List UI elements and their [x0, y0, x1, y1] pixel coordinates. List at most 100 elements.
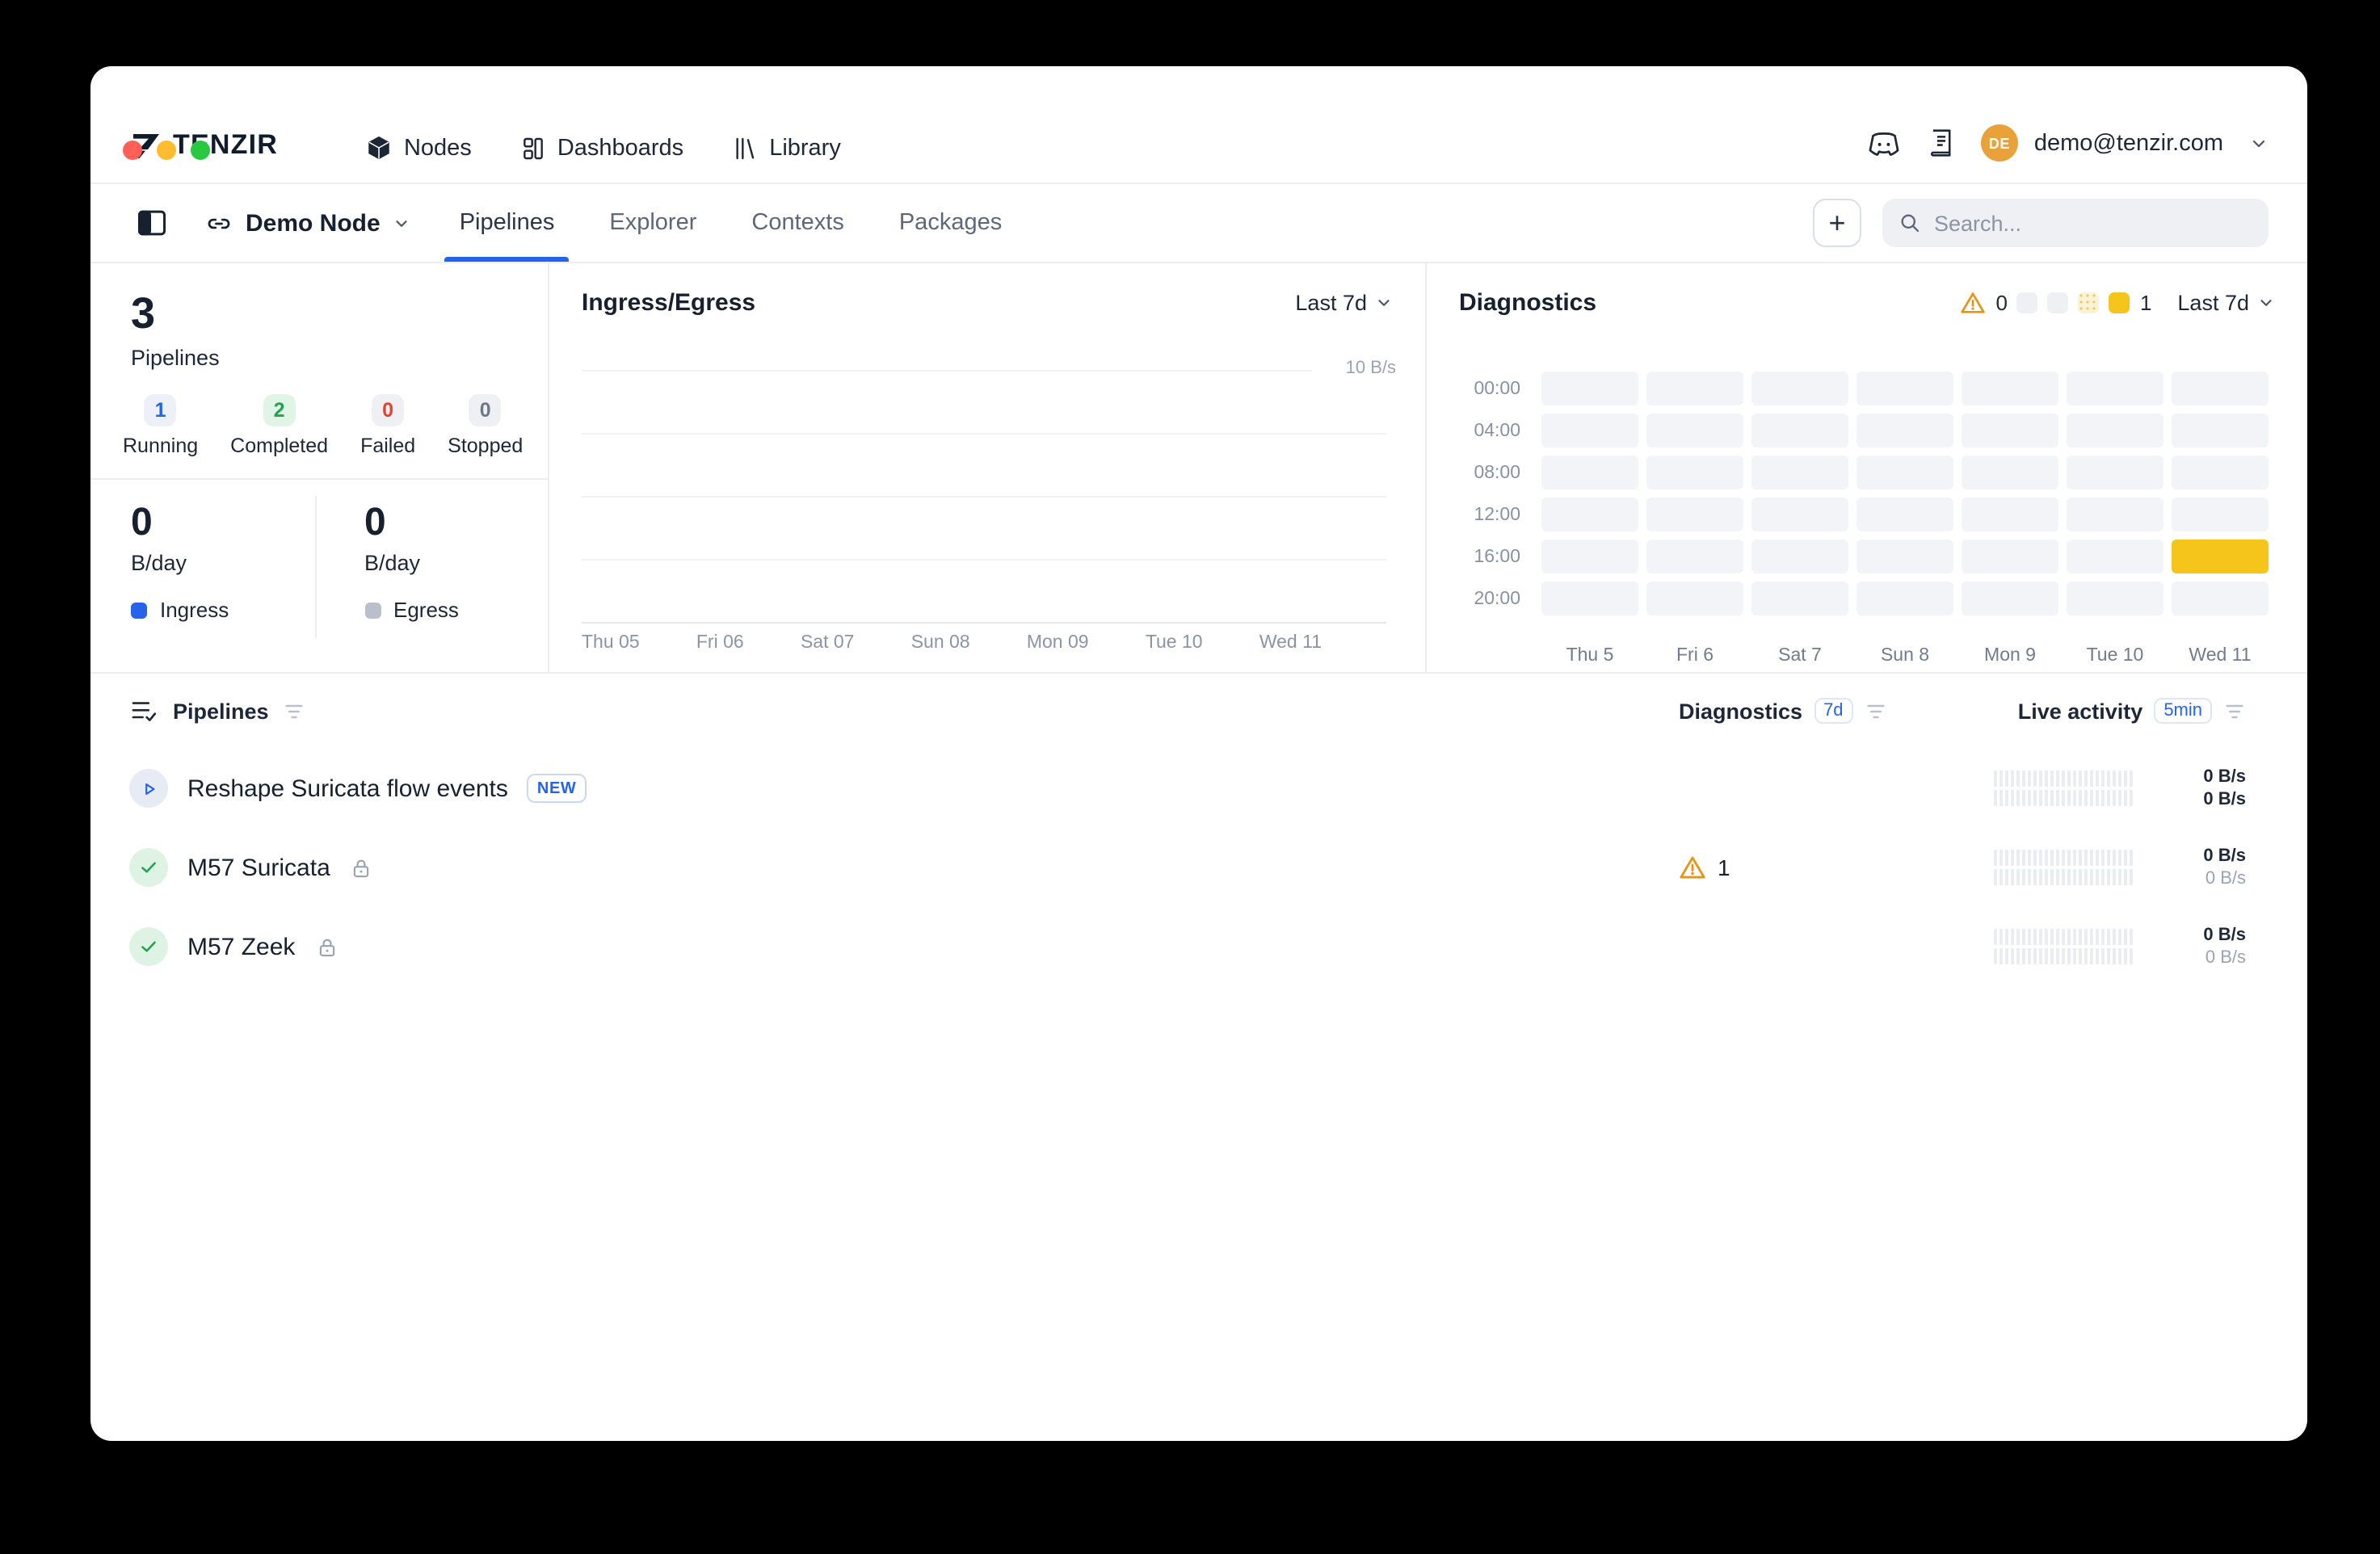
filter-icon[interactable]: [2223, 700, 2246, 721]
completed-status-icon: [129, 848, 168, 887]
heatmap-cell: [1541, 540, 1638, 573]
activity-sparkline: [1994, 771, 2132, 806]
heatmap-col-label: Mon 9: [1962, 624, 2058, 666]
filter-icon[interactable]: [1865, 700, 1887, 721]
heatmap-cell: [1541, 582, 1638, 615]
pipeline-name[interactable]: M57 Zeek: [187, 933, 295, 960]
chart-title: Ingress/Egress: [582, 289, 755, 317]
nav-item-library[interactable]: Library: [732, 135, 841, 161]
search-input[interactable]: [1934, 211, 2252, 235]
heatmap-cell: [1962, 456, 2058, 489]
nav-item-nodes[interactable]: Nodes: [365, 134, 472, 162]
discord-icon[interactable]: [1866, 128, 1902, 158]
warning-indicator[interactable]: 1: [1679, 855, 1730, 880]
heatmap-cell: [1856, 498, 1953, 531]
x-axis-tick-label: Sun 08: [911, 633, 970, 653]
tab-packages[interactable]: Packages: [899, 184, 1002, 262]
user-email[interactable]: demo@tenzir.com: [2034, 130, 2223, 156]
egress-rate: 0 B/s: [2166, 947, 2246, 970]
warning-count: 0: [1995, 291, 2007, 315]
x-axis-tick-label: Thu 05: [582, 633, 640, 653]
live-range-badge[interactable]: 5min: [2154, 698, 2212, 724]
gridline: [582, 496, 1386, 498]
sidebar-toggle-button[interactable]: [131, 202, 173, 244]
x-axis-tick-label: Sat 07: [801, 633, 855, 653]
filter-icon[interactable]: [284, 700, 306, 721]
completed-status-icon: [129, 927, 168, 966]
nav-label: Nodes: [404, 135, 472, 161]
heatmap-cell: [1646, 582, 1743, 615]
heatmap-col-label: Wed 11: [2172, 624, 2269, 666]
ingress-swatch: [131, 602, 147, 618]
ingress-rate: 0 B/s: [2166, 923, 2246, 947]
diagnostics-range-dropdown[interactable]: Last 7d: [2177, 291, 2275, 315]
pipeline-row[interactable]: M57 Suricata: [90, 829, 2307, 906]
header-actions: DE demo@tenzir.com: [1866, 124, 2269, 162]
stopped-count-badge: 0: [469, 394, 502, 426]
gridline: [582, 433, 1386, 435]
pipeline-name[interactable]: Reshape Suricata flow events: [187, 775, 508, 802]
heatmap-row-label: 20:00: [1453, 582, 1533, 615]
add-pipeline-button[interactable]: +: [1813, 199, 1861, 247]
heatmap-cell: [2067, 414, 2163, 447]
library-icon: [732, 135, 758, 161]
heatmap-cell: [1751, 540, 1848, 573]
zoom-button[interactable]: [191, 141, 210, 160]
egress-value: 0: [364, 501, 548, 546]
pipelines-list: Pipelines Diagnostics 7d: [90, 674, 2307, 985]
pipelines-total: 3: [131, 289, 548, 338]
ingress-sparkline: [1994, 929, 2132, 945]
live-activity-column-header: Live activity 5min: [1994, 698, 2246, 724]
heatmap-row-label: 12:00: [1453, 498, 1533, 531]
app-header: TENZIR Nodes: [90, 66, 2307, 184]
tab-pipelines[interactable]: Pipelines: [460, 184, 555, 262]
stats-panel: 3 Pipelines 1 Running 2 Completed 0 Fail…: [90, 263, 549, 672]
heatmap-col-label: Sun 8: [1856, 624, 1953, 666]
avatar[interactable]: DE: [1981, 124, 2018, 162]
heatmap-cell: [1856, 540, 1953, 573]
activity-sparkline: [1994, 850, 2132, 885]
heatmap-cell: [2067, 582, 2163, 615]
ingress-sparkline: [1994, 771, 2132, 787]
close-button[interactable]: [123, 141, 142, 160]
search-icon: [1899, 212, 1921, 234]
egress-rate: 0 B/s: [2166, 788, 2246, 812]
tab-contexts[interactable]: Contexts: [751, 184, 843, 262]
diagnostics-column-header: Diagnostics 7d: [1646, 698, 1994, 724]
new-badge: NEW: [528, 774, 586, 803]
list-title: Pipelines: [173, 699, 269, 723]
pipeline-name[interactable]: M57 Suricata: [187, 854, 330, 881]
scale-cell-0: [2017, 292, 2038, 313]
warning-icon: [1679, 855, 1706, 880]
chevron-down-icon[interactable]: [2249, 133, 2269, 153]
egress-sparkline: [1994, 869, 2132, 885]
node-picker[interactable]: Demo Node: [205, 209, 411, 237]
heatmap-cell: [1751, 372, 1848, 405]
list-check-icon: [129, 698, 158, 724]
heatmap-col-label: Thu 5: [1541, 624, 1638, 666]
status-completed: 2 Completed: [230, 394, 328, 457]
heatmap-cell: [2172, 582, 2269, 615]
diagnostics-title: Diagnostics: [1459, 289, 1596, 317]
pipelines-total-label: Pipelines: [131, 346, 548, 370]
max-count: 1: [2140, 291, 2151, 315]
nav-label: Library: [769, 135, 841, 161]
heatmap-cell: [1646, 540, 1743, 573]
nav-item-dashboards[interactable]: Dashboards: [520, 135, 683, 161]
chart-range-dropdown[interactable]: Last 7d: [1295, 291, 1393, 315]
pipeline-row[interactable]: M57 Zeek: [90, 908, 2307, 985]
node-name: Demo Node: [246, 209, 381, 237]
throughput-stats: 0 B/day Ingress 0 B/day Egress: [90, 480, 548, 638]
tab-explorer[interactable]: Explorer: [609, 184, 696, 262]
heatmap-row-label: 04:00: [1453, 414, 1533, 447]
minimize-button[interactable]: [157, 141, 176, 160]
egress-swatch: [364, 602, 381, 618]
diagnostics-range-badge[interactable]: 7d: [1814, 698, 1853, 724]
nav-label: Dashboards: [557, 135, 683, 161]
scale-cell-1: [2048, 292, 2069, 313]
gridline: [582, 559, 1386, 561]
pipeline-row[interactable]: Reshape Suricata flow events NEW 0 B/s 0…: [90, 750, 2307, 827]
heatmap-cell: [2067, 540, 2163, 573]
x-axis-tick-label: Fri 06: [696, 633, 744, 653]
docs-icon[interactable]: [1928, 128, 1955, 158]
